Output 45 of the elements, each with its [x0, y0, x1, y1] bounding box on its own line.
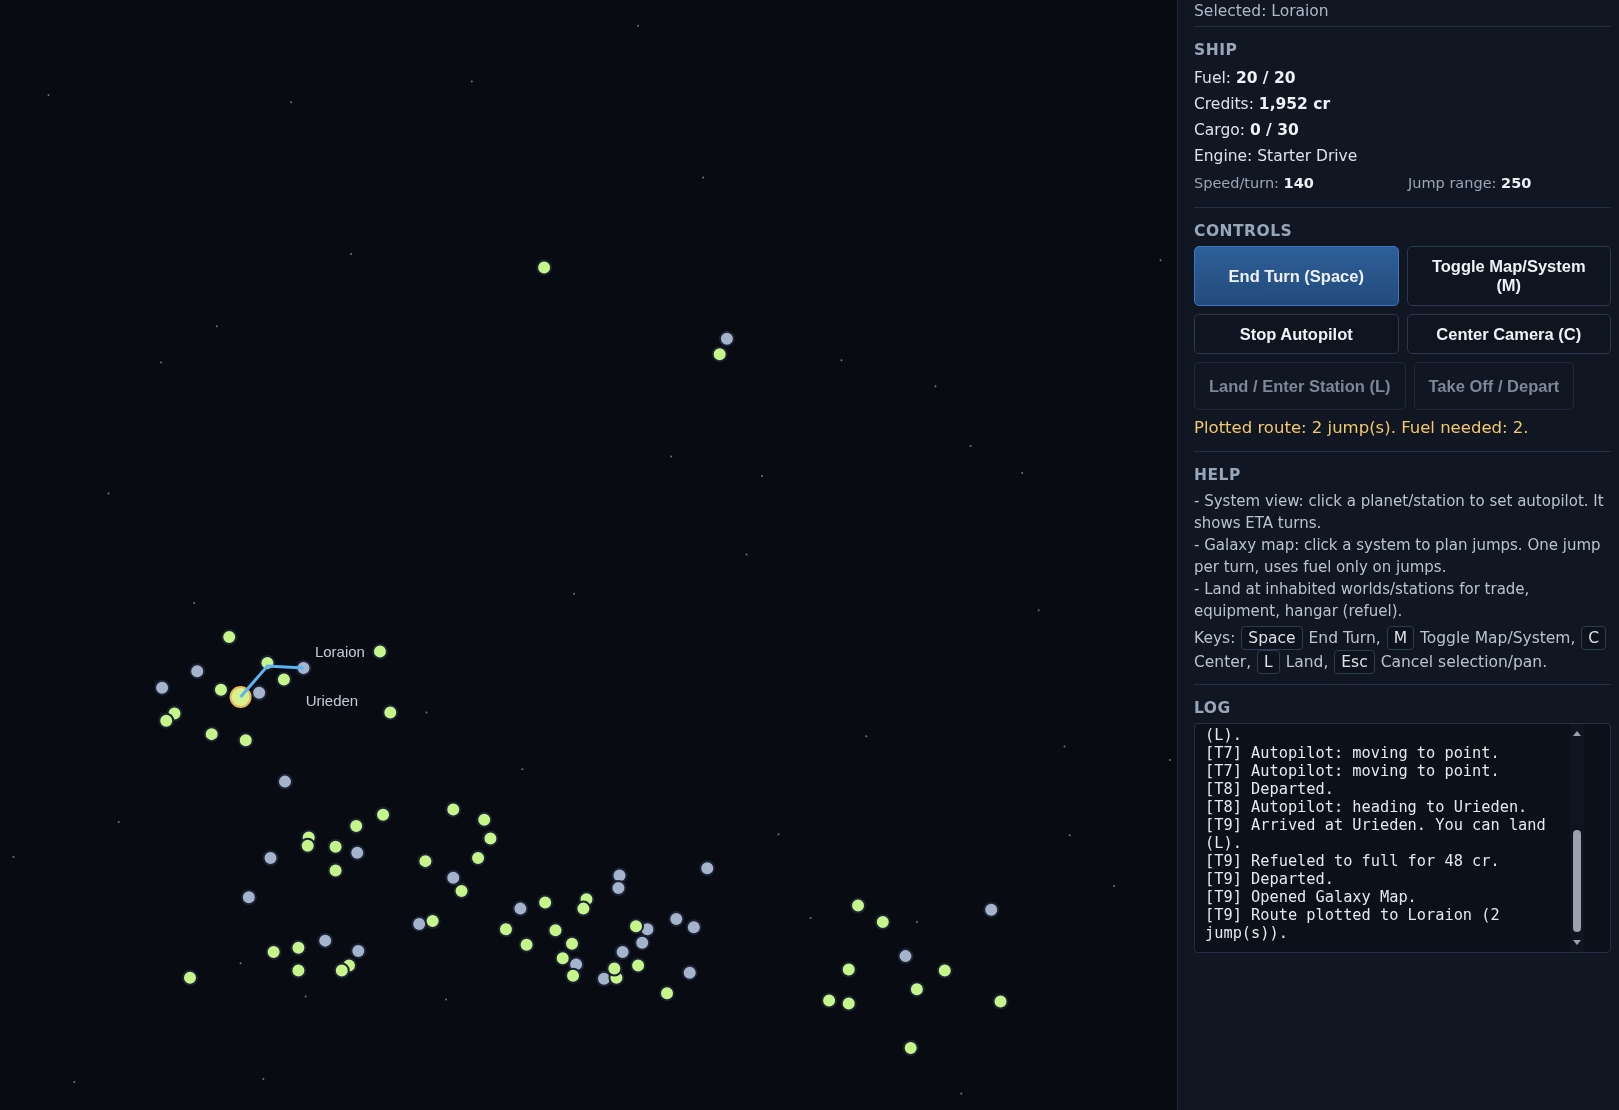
key-cap: M [1386, 626, 1414, 650]
help-text: - Galaxy map: click a system to plan jumps. One jump per turn, uses fuel only on jumps. [1194, 535, 1602, 578]
log-entry: [T7] Autopilot: moving to point. [1205, 762, 1501, 780]
log-entry: [T7] Autopilot: moving to point. [1205, 744, 1501, 762]
route-message: Plotted route: 2 jump(s). Fuel needed: 2. [1194, 418, 1530, 437]
control-button[interactable]: Toggle Map/System (M) [1406, 246, 1611, 306]
log-entry: [T9] Route plotted to Loraion (2 jump(s)). [1205, 906, 1501, 942]
control-button[interactable]: Center Camera (C) [1406, 314, 1611, 354]
log-entry: [T9] Opened Galaxy Map. [1205, 888, 1418, 906]
ship-stat: Engine: Starter Drive [1194, 146, 1359, 167]
keys-label: Keys: [1194, 629, 1236, 647]
system-label: Loraion [314, 643, 365, 661]
control-button[interactable]: Stop Autopilot [1194, 314, 1399, 354]
selected-text: Selected: Loraion [1194, 0, 1611, 27]
ship-stat: Speed/turn: 140 [1194, 174, 1315, 193]
ship-stat: Credits: 1,952 cr [1194, 94, 1332, 115]
log-entry: [T8] Autopilot: heading to Urieden. [1205, 798, 1529, 816]
log-entry: [T9] Arrived at Urieden. You can land (L). [1205, 816, 1547, 852]
key-description: Toggle Map/System, [1419, 629, 1576, 647]
help-text: - Land at inhabited worlds/stations for trade, equipment, hangar (refuel). [1194, 579, 1531, 622]
log-entry: [T9] Refueled to full for 48 cr. [1205, 852, 1501, 870]
ship-stat: Cargo: 0 / 30 [1194, 120, 1300, 141]
log-entry: [T8] Departed. [1205, 780, 1335, 798]
star-systems-drawing[interactable] [154, 259, 1009, 1056]
key-description: Land, [1285, 653, 1329, 671]
ship-stat: Fuel: 20 / 20 [1194, 68, 1297, 89]
key-description: Center, [1194, 653, 1252, 671]
key-cap: Space [1241, 626, 1303, 650]
section-heading: SHIP [1194, 41, 1239, 59]
ship-stat: Jump range: 250 [1408, 174, 1533, 193]
system-label: Urieden [305, 691, 359, 709]
log-entry: [T9] Departed. [1205, 870, 1335, 888]
key-description: End Turn, [1308, 629, 1381, 647]
scrollbar-drawing[interactable] [1569, 724, 1584, 952]
key-cap: Esc [1334, 650, 1375, 674]
section-heading: HELP [1194, 466, 1242, 484]
help-text: - System view: click a planet/station to set autopilot. It shows ETA turns. [1194, 491, 1605, 534]
section-heading: CONTROLS [1194, 222, 1294, 240]
route-line [239, 664, 304, 698]
key-cap: L [1257, 650, 1280, 674]
control-button[interactable]: End Turn (Space) [1194, 246, 1399, 306]
key-description: Cancel selection/pan. [1380, 653, 1548, 671]
log-entry: (L). [1205, 726, 1243, 744]
section-heading: LOG [1194, 699, 1232, 717]
key-cap: C [1581, 626, 1607, 650]
